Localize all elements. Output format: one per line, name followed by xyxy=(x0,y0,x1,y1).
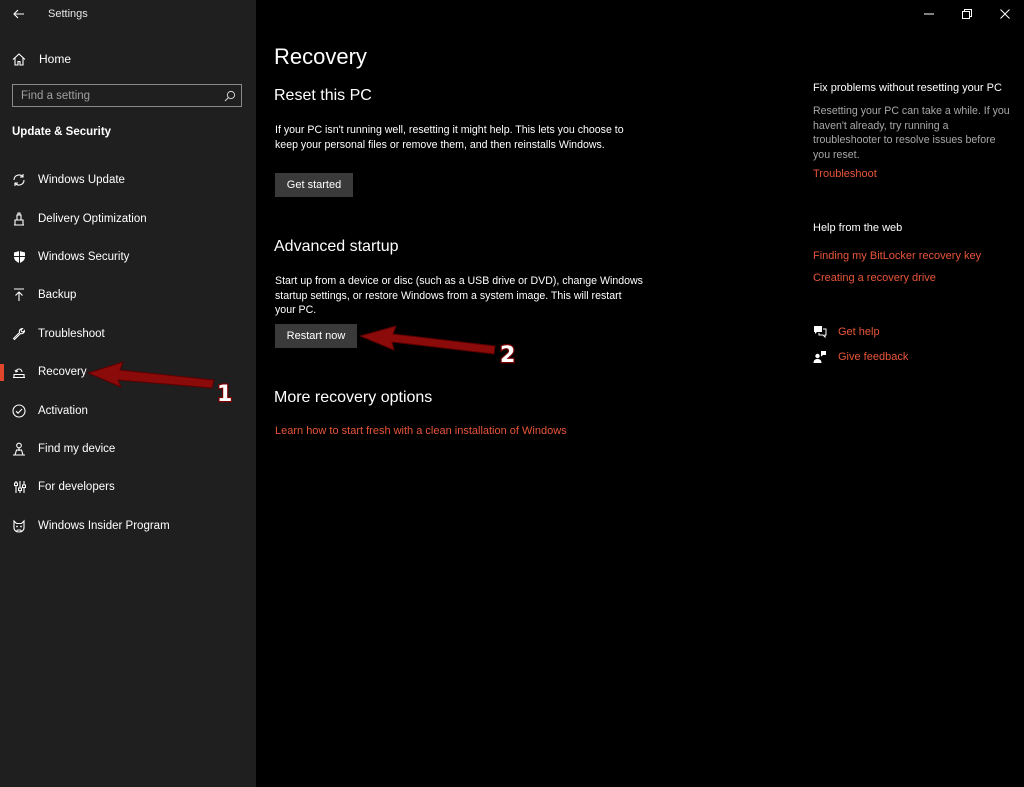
backup-arrow-icon xyxy=(12,288,26,302)
shield-icon xyxy=(12,250,26,264)
sidebar-item-label: Activation xyxy=(38,404,88,417)
sidebar-item-find-my-device[interactable]: Find my device xyxy=(0,430,256,468)
sidebar-item-label: Windows Security xyxy=(38,250,130,263)
sidebar-item-troubleshoot[interactable]: Troubleshoot xyxy=(0,315,256,353)
page-title: Recovery xyxy=(274,44,367,69)
sidebar-item-label: Delivery Optimization xyxy=(38,212,147,225)
sidebar-item-label: Recovery xyxy=(38,366,87,379)
sidebar-item-activation[interactable]: Activation xyxy=(0,391,256,429)
sidebar-item-label: For developers xyxy=(38,481,115,494)
developer-sliders-icon xyxy=(12,480,26,494)
chat-help-icon xyxy=(814,326,827,338)
wrench-icon xyxy=(12,327,26,341)
sidebar-item-for-developers[interactable]: For developers xyxy=(0,468,256,506)
restart-now-button[interactable]: Restart now xyxy=(275,324,357,348)
bitlocker-key-link[interactable]: Finding my BitLocker recovery key xyxy=(813,250,981,262)
fix-problems-text: Resetting your PC can take a while. If y… xyxy=(813,105,1010,161)
sidebar-item-backup[interactable]: Backup xyxy=(0,276,256,314)
feedback-person-icon xyxy=(813,351,826,363)
restore-icon xyxy=(962,9,972,19)
sidebar-item-recovery[interactable]: Recovery xyxy=(0,353,256,391)
sidebar-nav: Windows Update Delivery Optimization Win… xyxy=(0,161,256,545)
reset-heading: Reset this PC xyxy=(274,87,372,104)
troubleshoot-link[interactable]: Troubleshoot xyxy=(813,168,877,180)
titlebar-left: Settings xyxy=(0,0,256,28)
give-feedback-row[interactable]: Give feedback xyxy=(813,350,908,363)
sidebar-item-label: Windows Insider Program xyxy=(38,519,170,532)
minimize-button[interactable] xyxy=(910,0,948,28)
sidebar-item-label: Troubleshoot xyxy=(38,327,105,340)
sidebar-item-label: Backup xyxy=(38,289,77,302)
sidebar-section-title: Update & Security xyxy=(12,126,112,138)
back-button[interactable] xyxy=(0,0,38,28)
help-from-web-heading: Help from the web xyxy=(813,222,903,234)
sidebar-item-label: Windows Update xyxy=(38,174,125,187)
minimize-icon xyxy=(924,13,934,15)
sidebar: Settings Home Update & Security Windows … xyxy=(0,0,256,787)
sidebar-item-windows-update[interactable]: Windows Update xyxy=(0,161,256,199)
clean-install-link[interactable]: Learn how to start fresh with a clean in… xyxy=(275,425,567,437)
search-box xyxy=(12,84,242,107)
person-pin-icon xyxy=(12,442,26,456)
sync-icon xyxy=(12,173,26,187)
search-icon[interactable] xyxy=(219,85,241,106)
advanced-startup-description: Start up from a device or disc (such as … xyxy=(275,275,643,316)
get-help-label: Get help xyxy=(838,325,880,338)
restore-button[interactable] xyxy=(948,0,986,28)
sidebar-item-label: Find my device xyxy=(38,442,116,455)
sidebar-item-windows-security[interactable]: Windows Security xyxy=(0,238,256,276)
sidebar-home[interactable]: Home xyxy=(0,46,256,72)
delivery-optimization-icon xyxy=(12,212,26,226)
home-icon xyxy=(12,52,26,66)
main-content: Recovery Reset this PC If your PC isn't … xyxy=(256,0,1024,787)
back-arrow-icon xyxy=(13,9,24,19)
recovery-icon xyxy=(12,365,26,379)
close-icon xyxy=(1000,9,1010,19)
recovery-drive-link[interactable]: Creating a recovery drive xyxy=(813,272,936,284)
sidebar-item-delivery-optimization[interactable]: Delivery Optimization xyxy=(0,199,256,237)
insider-cat-icon xyxy=(12,519,26,533)
get-help-row[interactable]: Get help xyxy=(813,325,880,338)
check-circle-icon xyxy=(12,403,26,418)
give-feedback-label: Give feedback xyxy=(838,350,909,363)
more-recovery-heading: More recovery options xyxy=(274,389,433,406)
fix-problems-heading: Fix problems without resetting your PC xyxy=(813,82,1002,94)
reset-description: If your PC isn't running well, resetting… xyxy=(275,124,624,151)
close-button[interactable] xyxy=(986,0,1024,28)
app-title: Settings xyxy=(48,8,88,20)
home-label: Home xyxy=(39,52,72,66)
sidebar-item-windows-insider[interactable]: Windows Insider Program xyxy=(0,507,256,545)
advanced-startup-heading: Advanced startup xyxy=(274,238,399,255)
search-input[interactable] xyxy=(13,85,219,106)
window-controls xyxy=(910,0,1024,28)
get-started-button[interactable]: Get started xyxy=(275,173,353,197)
